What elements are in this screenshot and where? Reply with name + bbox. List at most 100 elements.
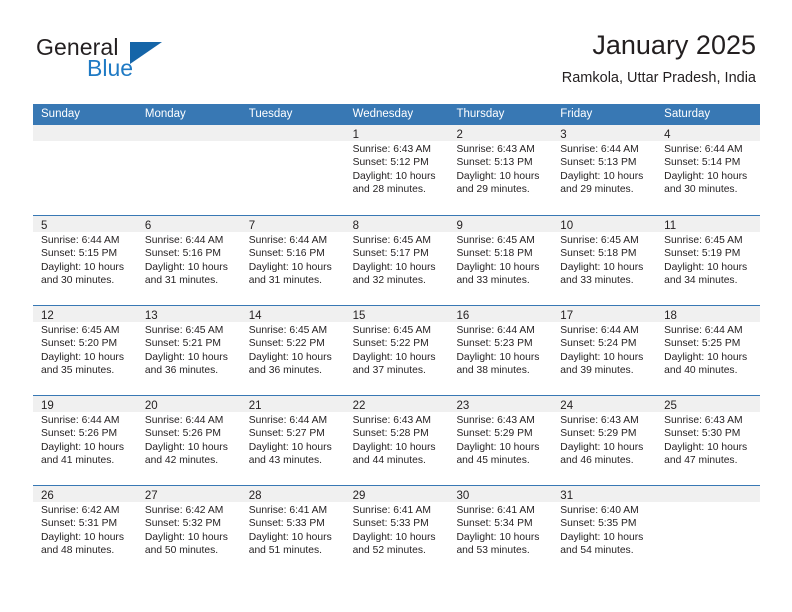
daylight-text-line1: Daylight: 10 hours (41, 261, 124, 273)
calendar-day-cell[interactable]: 29 Sunrise: 6:41 AM Sunset: 5:33 PM Dayligh… (344, 486, 449, 575)
weekday-header-tuesday: Tuesday (248, 108, 293, 120)
day-number: 8 (352, 220, 359, 232)
sunset-text: Sunset: 5:13 PM (456, 157, 533, 169)
sunrise-text: Sunrise: 6:44 AM (560, 325, 639, 336)
daylight-text-line2: and 54 minutes. (560, 545, 634, 557)
daylight-text-line1: Daylight: 10 hours (41, 351, 124, 363)
day-details: Sunrise: 6:44 AM Sunset: 5:25 PM Daylight:… (656, 322, 760, 378)
calendar-day-cell[interactable]: 27 Sunrise: 6:42 AM Sunset: 5:32 PM Dayligh… (136, 486, 241, 575)
day-details: Sunrise: 6:43 AM Sunset: 5:29 PM Daylight:… (552, 412, 656, 468)
day-number-band: 10 (552, 216, 657, 232)
day-number: 15 (352, 310, 366, 322)
sunset-text: Sunset: 5:20 PM (41, 338, 118, 350)
calendar-day-cell[interactable]: 26 Sunrise: 6:42 AM Sunset: 5:31 PM Dayligh… (33, 486, 137, 575)
day-details: Sunrise: 6:43 AM Sunset: 5:30 PM Daylight:… (656, 412, 760, 468)
daylight-text-line1: Daylight: 10 hours (560, 170, 644, 182)
sunset-text: Sunset: 5:28 PM (352, 428, 429, 440)
daylight-text-line1: Daylight: 10 hours (456, 261, 540, 273)
weekday-header-row: Sunday Monday Tuesday Wednesday Thursday Frid… (33, 104, 760, 125)
calendar-day-cell[interactable]: 31 Sunrise: 6:40 AM Sunset: 5:35 PM Dayligh… (552, 486, 657, 575)
calendar-day-cell[interactable]: 6 Sunrise: 6:44 AM Sunset: 5:16 PM Daylight… (136, 216, 241, 305)
daylight-text-line2: and 38 minutes. (456, 365, 530, 377)
sunrise-text: Sunrise: 6:45 AM (664, 235, 743, 246)
daylight-text-line1: Daylight: 10 hours (456, 170, 540, 182)
day-number-band: 22 (344, 396, 449, 412)
calendar-day-cell[interactable]: 4 Sunrise: 6:44 AM Sunset: 5:14 PM Daylight… (656, 125, 761, 215)
calendar-day-cell[interactable]: 23 Sunrise: 6:43 AM Sunset: 5:29 PM Dayligh… (448, 396, 553, 485)
daylight-text-line2: and 47 minutes. (664, 455, 738, 467)
daylight-text-line2: and 31 minutes. (248, 275, 322, 287)
day-number-band: 2 (448, 125, 553, 141)
calendar-day-cell[interactable]: 24 Sunrise: 6:43 AM Sunset: 5:29 PM Dayligh… (552, 396, 657, 485)
calendar-day-cell[interactable]: 22 Sunrise: 6:43 AM Sunset: 5:28 PM Dayligh… (344, 396, 449, 485)
daylight-text-line2: and 39 minutes. (560, 365, 634, 377)
day-details: Sunrise: 6:41 AM Sunset: 5:34 PM Daylight:… (448, 502, 552, 558)
calendar-day-cell[interactable]: 21 Sunrise: 6:44 AM Sunset: 5:27 PM Dayligh… (240, 396, 345, 485)
day-number-band: 14 (240, 306, 345, 322)
calendar-day-cell[interactable]: 17 Sunrise: 6:44 AM Sunset: 5:24 PM Dayligh… (552, 306, 657, 395)
calendar-day-cell[interactable]: 20 Sunrise: 6:44 AM Sunset: 5:26 PM Dayligh… (136, 396, 241, 485)
day-number-band: 12 (33, 306, 137, 322)
day-details: Sunrise: 6:44 AM Sunset: 5:16 PM Daylight:… (137, 232, 241, 288)
day-number-band: 1 (344, 125, 449, 141)
daylight-text-line2: and 40 minutes. (664, 365, 738, 377)
calendar-day-cell[interactable]: 7 Sunrise: 6:44 AM Sunset: 5:16 PM Daylight… (240, 216, 345, 305)
calendar-day-cell[interactable]: 10 Sunrise: 6:45 AM Sunset: 5:18 PM Dayligh… (552, 216, 657, 305)
day-details: Sunrise: 6:45 AM Sunset: 5:22 PM Daylight:… (345, 322, 449, 378)
day-number-band: 19 (33, 396, 137, 412)
calendar-day-cell[interactable]: 1 Sunrise: 6:43 AM Sunset: 5:12 PM Daylight… (344, 125, 449, 215)
day-number-band: 16 (448, 306, 553, 322)
sunrise-text: Sunrise: 6:44 AM (144, 415, 224, 426)
calendar-day-cell[interactable]: 11 Sunrise: 6:45 AM Sunset: 5:19 PM Dayligh… (656, 216, 761, 305)
sunrise-text: Sunrise: 6:42 AM (144, 505, 224, 516)
sunset-text: Sunset: 5:22 PM (248, 338, 325, 350)
calendar-day-cell[interactable]: 18 Sunrise: 6:44 AM Sunset: 5:25 PM Dayligh… (656, 306, 761, 395)
daylight-text-line1: Daylight: 10 hours (664, 351, 748, 363)
sunrise-text: Sunrise: 6:44 AM (664, 144, 743, 155)
calendar-day-cell-empty (656, 486, 761, 575)
daylight-text-line1: Daylight: 10 hours (144, 441, 228, 453)
daylight-text-line1: Daylight: 10 hours (352, 261, 436, 273)
daylight-text-line2: and 35 minutes. (41, 365, 115, 377)
calendar-day-cell[interactable]: 14 Sunrise: 6:45 AM Sunset: 5:22 PM Dayligh… (240, 306, 345, 395)
calendar-day-cell[interactable]: 13 Sunrise: 6:45 AM Sunset: 5:21 PM Dayligh… (136, 306, 241, 395)
day-details: Sunrise: 6:41 AM Sunset: 5:33 PM Daylight:… (345, 502, 449, 558)
day-number-band: 11 (656, 216, 761, 232)
sunrise-text: Sunrise: 6:43 AM (456, 415, 535, 426)
day-number: 7 (248, 220, 256, 232)
calendar-day-cell[interactable]: 8 Sunrise: 6:45 AM Sunset: 5:17 PM Daylight… (344, 216, 449, 305)
calendar-day-cell[interactable]: 15 Sunrise: 6:45 AM Sunset: 5:22 PM Dayligh… (344, 306, 449, 395)
day-number-band (33, 125, 137, 141)
sunset-text: Sunset: 5:12 PM (352, 157, 429, 169)
calendar-day-cell[interactable]: 30 Sunrise: 6:41 AM Sunset: 5:34 PM Dayligh… (448, 486, 553, 575)
calendar-day-cell[interactable]: 25 Sunrise: 6:43 AM Sunset: 5:30 PM Dayligh… (656, 396, 761, 485)
daylight-text-line2: and 42 minutes. (144, 455, 219, 467)
day-number: 31 (560, 490, 574, 502)
daylight-text-line2: and 48 minutes. (41, 545, 115, 557)
sunrise-text: Sunrise: 6:44 AM (456, 325, 535, 336)
sunrise-text: Sunrise: 6:44 AM (664, 325, 743, 336)
weekday-header-friday: Friday (560, 108, 593, 120)
day-number: 18 (664, 310, 677, 322)
day-details: Sunrise: 6:44 AM Sunset: 5:15 PM Daylight:… (33, 232, 137, 288)
sunset-text: Sunset: 5:24 PM (560, 338, 637, 350)
daylight-text-line1: Daylight: 10 hours (352, 170, 436, 182)
sunset-text: Sunset: 5:15 PM (41, 248, 118, 260)
general-blue-logo[interactable]: General Blue (36, 34, 236, 90)
day-number: 21 (248, 400, 262, 412)
calendar-day-cell[interactable]: 28 Sunrise: 6:41 AM Sunset: 5:33 PM Dayligh… (240, 486, 345, 575)
sunset-text: Sunset: 5:29 PM (560, 428, 637, 440)
daylight-text-line1: Daylight: 10 hours (248, 351, 332, 363)
calendar-day-cell[interactable]: 16 Sunrise: 6:44 AM Sunset: 5:23 PM Dayligh… (448, 306, 553, 395)
day-number: 19 (41, 400, 54, 412)
calendar-day-cell[interactable]: 3 Sunrise: 6:44 AM Sunset: 5:13 PM Daylight… (552, 125, 657, 215)
sunset-text: Sunset: 5:19 PM (664, 248, 741, 260)
calendar-day-cell[interactable]: 12 Sunrise: 6:45 AM Sunset: 5:20 PM Dayligh… (33, 306, 137, 395)
calendar-day-cell[interactable]: 5 Sunrise: 6:44 AM Sunset: 5:15 PM Daylight… (33, 216, 137, 305)
calendar-day-cell[interactable]: 9 Sunrise: 6:45 AM Sunset: 5:18 PM Daylight… (448, 216, 553, 305)
sunset-text: Sunset: 5:33 PM (248, 518, 325, 530)
calendar-day-cell[interactable]: 2 Sunrise: 6:43 AM Sunset: 5:13 PM Daylight… (448, 125, 553, 215)
day-number-band: 20 (136, 396, 241, 412)
day-number: 23 (456, 400, 470, 412)
calendar-day-cell[interactable]: 19 Sunrise: 6:44 AM Sunset: 5:26 PM Dayligh… (33, 396, 137, 485)
